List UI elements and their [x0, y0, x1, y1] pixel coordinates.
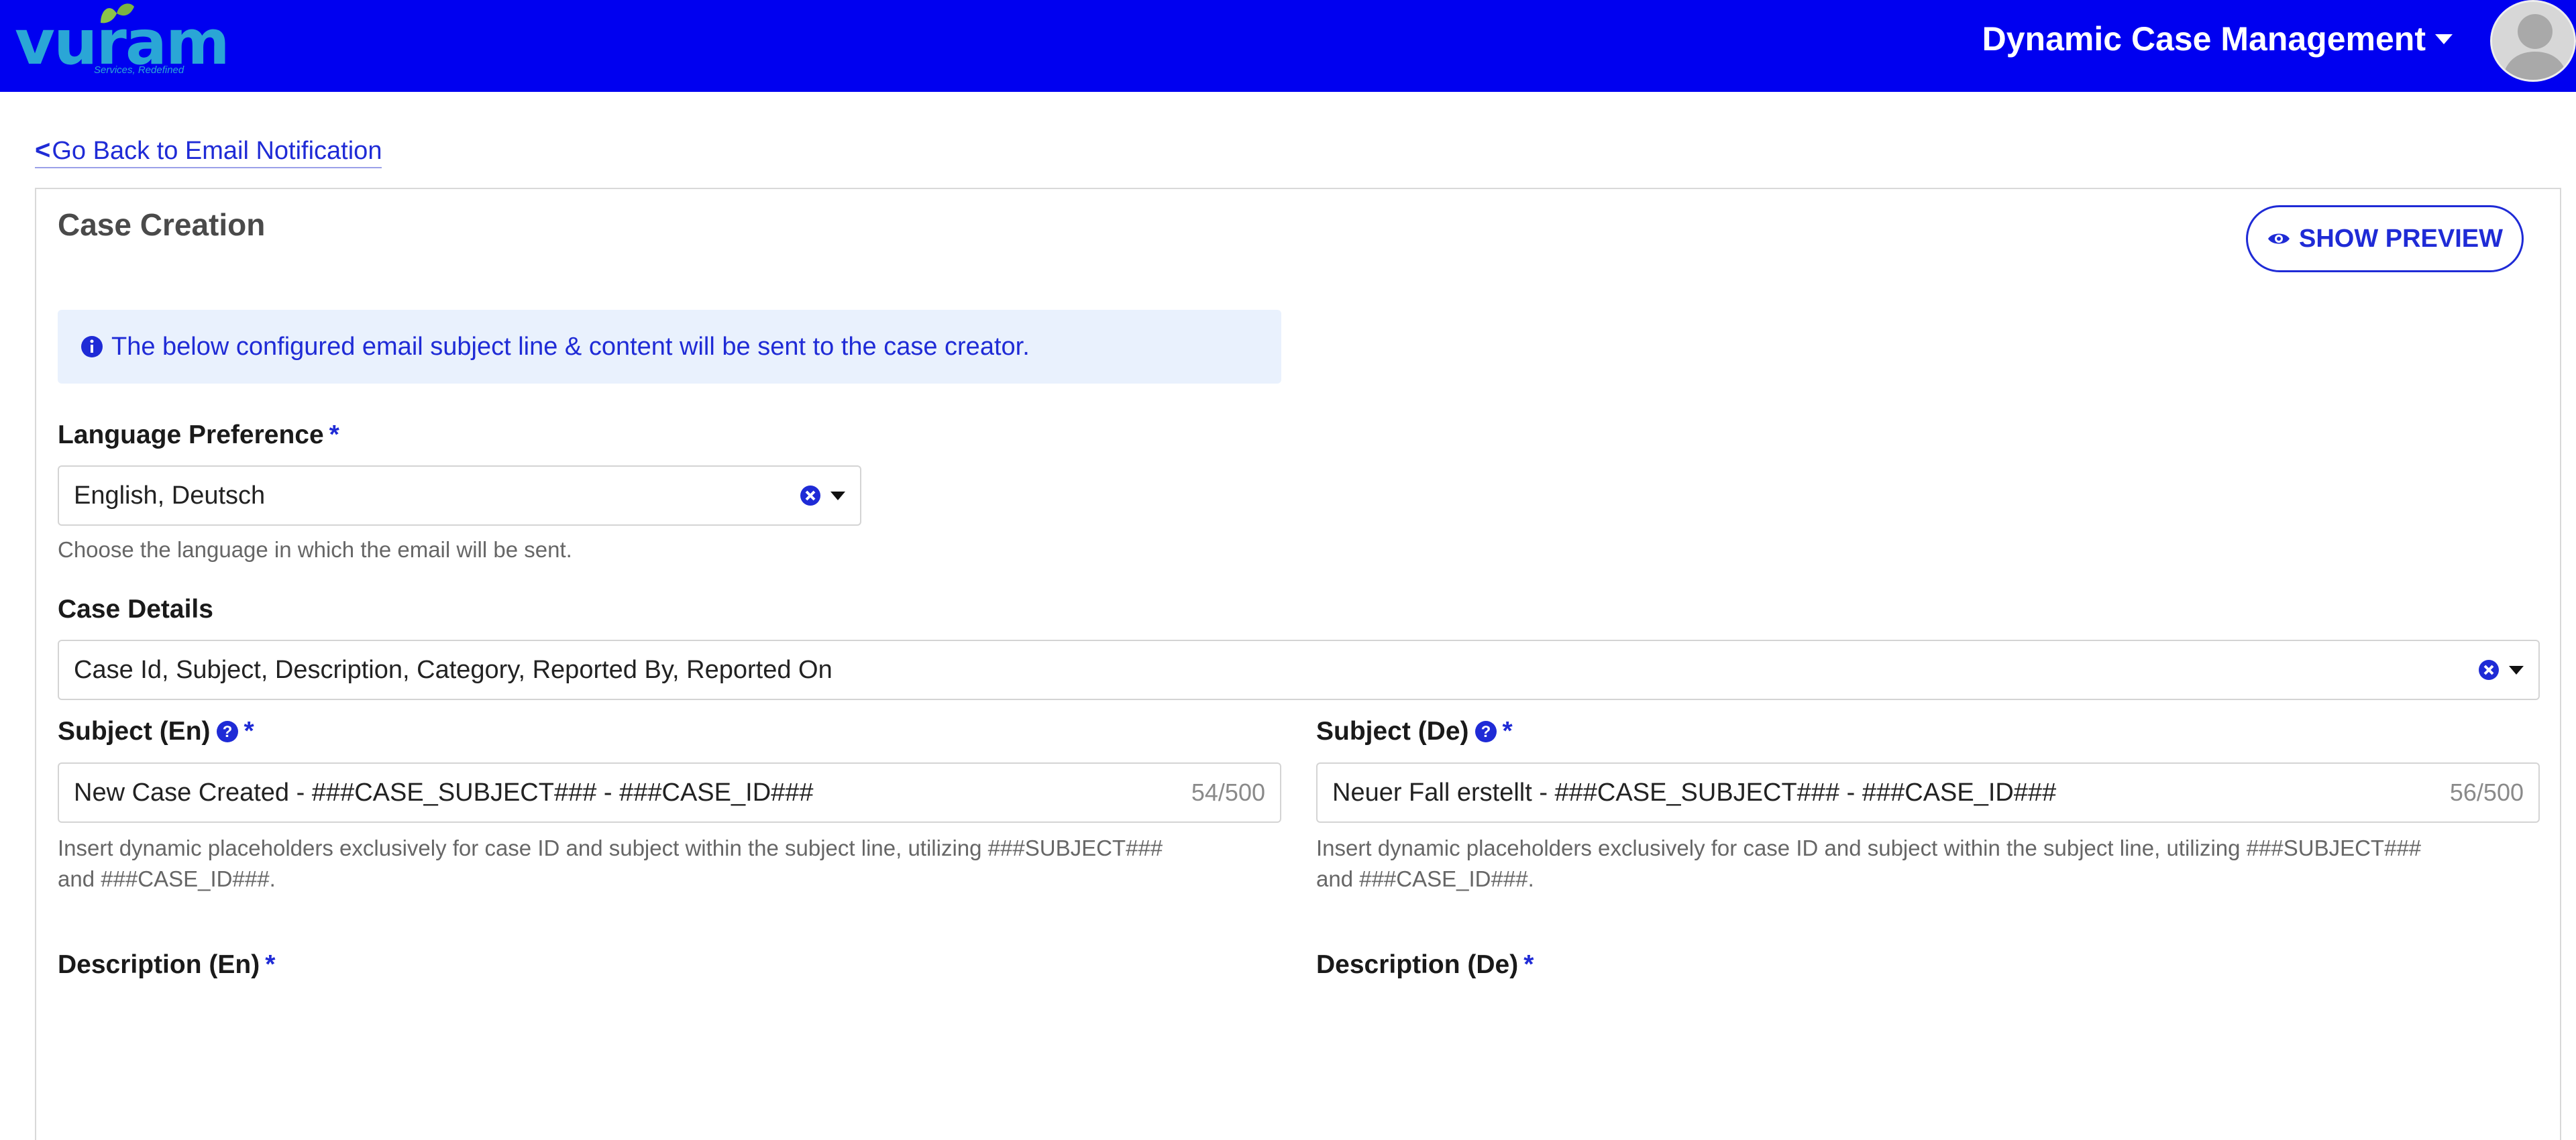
case-details-label: Case Details	[58, 595, 213, 624]
show-preview-button[interactable]: SHOW PREVIEW	[2246, 205, 2524, 272]
user-avatar[interactable]	[2490, 0, 2576, 82]
clear-icon[interactable]	[800, 485, 821, 506]
subject-de-help-line1: Insert dynamic placeholders exclusively …	[1316, 836, 2422, 860]
language-preference-select[interactable]: English, Deutsch	[58, 465, 861, 526]
required-marker: *	[1523, 950, 1534, 979]
info-banner: The below configured email subject line …	[58, 310, 1281, 384]
help-icon[interactable]: ?	[216, 720, 239, 743]
required-marker: *	[1502, 717, 1513, 746]
subject-en-help-line1: Insert dynamic placeholders exclusively …	[58, 836, 1163, 860]
subject-en-label-text: Subject (En)	[58, 717, 211, 746]
svg-text:?: ?	[1481, 723, 1491, 741]
description-de-label: Description (De) *	[1316, 950, 1534, 980]
subject-de-label-text: Subject (De)	[1316, 717, 1469, 746]
back-to-email-notification-link[interactable]: <Go Back to Email Notification	[35, 135, 382, 168]
user-avatar-icon	[2492, 2, 2574, 80]
case-creation-card: Case Creation SHOW PREVIEW The below con…	[35, 188, 2561, 1140]
language-preference-label: Language Preference *	[58, 420, 339, 450]
info-message: The below configured email subject line …	[111, 332, 1030, 361]
language-label-text: Language Preference	[58, 420, 324, 449]
description-en-label: Description (En) *	[58, 950, 275, 980]
subject-de-help-text: Insert dynamic placeholders exclusively …	[1316, 833, 2551, 895]
svg-text:?: ?	[222, 723, 232, 741]
top-header: vuram Services, Redefined Dynamic Case M…	[0, 0, 2576, 92]
select-controls	[2478, 659, 2524, 681]
chevron-down-icon[interactable]	[830, 491, 845, 500]
back-link-label: Go Back to Email Notification	[52, 137, 382, 165]
help-icon[interactable]: ?	[1474, 720, 1497, 743]
description-de-label-text: Description (De)	[1316, 950, 1519, 979]
subject-de-help-line2: and ###CASE_ID###.	[1316, 866, 1534, 891]
subject-en-char-counter: 54/500	[1191, 779, 1265, 806]
required-marker: *	[265, 950, 276, 979]
subject-en-label: Subject (En) ? *	[58, 717, 254, 746]
subject-en-help-line2: and ###CASE_ID###.	[58, 866, 276, 891]
app-switcher-menu[interactable]: Dynamic Case Management	[1982, 19, 2453, 59]
chevron-left-icon: <	[35, 135, 51, 165]
card-title: Case Creation	[58, 207, 266, 242]
case-details-label-text: Case Details	[58, 595, 213, 624]
eye-icon	[2267, 233, 2290, 244]
show-preview-label: SHOW PREVIEW	[2298, 224, 2504, 253]
description-en-label-text: Description (En)	[58, 950, 260, 979]
chevron-down-icon	[2435, 34, 2453, 44]
required-marker: *	[329, 420, 339, 449]
language-select-value: English, Deutsch	[74, 481, 266, 510]
language-help-text: Choose the language in which the email w…	[58, 537, 572, 562]
case-details-select-value: Case Id, Subject, Description, Category,…	[74, 655, 833, 684]
subject-de-char-counter: 56/500	[2449, 779, 2524, 806]
chevron-down-icon[interactable]	[2509, 665, 2524, 675]
subject-en-help-text: Insert dynamic placeholders exclusively …	[58, 833, 1292, 895]
required-marker: *	[244, 717, 254, 746]
subject-de-value: Neuer Fall erstellt - ###CASE_SUBJECT###…	[1332, 778, 2057, 807]
subject-en-value: New Case Created - ###CASE_SUBJECT### - …	[74, 778, 814, 807]
logo-tagline: Services, Redefined	[94, 64, 184, 76]
subject-de-label: Subject (De) ? *	[1316, 717, 1513, 746]
info-icon	[81, 336, 103, 357]
subject-en-input[interactable]: New Case Created - ###CASE_SUBJECT### - …	[58, 762, 1281, 823]
vuram-logo[interactable]: vuram Services, Redefined	[15, 0, 230, 87]
app-title: Dynamic Case Management	[1982, 20, 2426, 58]
select-controls	[800, 485, 845, 506]
clear-icon[interactable]	[2478, 659, 2500, 681]
subject-de-input[interactable]: Neuer Fall erstellt - ###CASE_SUBJECT###…	[1316, 762, 2540, 823]
case-details-select[interactable]: Case Id, Subject, Description, Category,…	[58, 640, 2540, 700]
